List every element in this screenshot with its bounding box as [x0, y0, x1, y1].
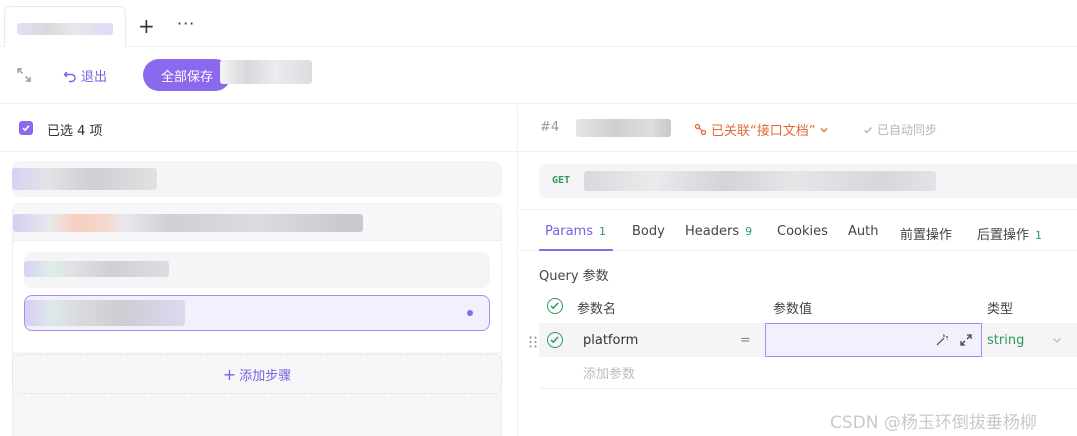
param-type-select[interactable]: string: [987, 333, 1024, 348]
add-step-button[interactable]: + 添加步骤: [12, 354, 502, 394]
step-group-body: [13, 240, 501, 352]
expand-icon[interactable]: [959, 333, 973, 347]
check-all-params-icon[interactable]: [547, 298, 563, 314]
save-all-button[interactable]: 全部保存: [143, 59, 231, 91]
tab-headers[interactable]: Headers 9: [685, 224, 752, 239]
sub-step-item[interactable]: [24, 252, 490, 288]
param-name[interactable]: platform: [583, 333, 638, 348]
param-enabled-toggle[interactable]: [547, 332, 563, 348]
selected-count: 已选 4 项: [47, 124, 103, 139]
step-index: #4: [540, 120, 560, 135]
col-name-header: 参数名: [577, 302, 617, 317]
tab-label: Cookies: [777, 224, 828, 239]
linked-doc-label: 已关联“接口文档”: [711, 124, 816, 139]
step-title-redacted: [12, 168, 157, 190]
url-redacted: [584, 171, 936, 191]
tab-count: 9: [745, 225, 753, 238]
param-row: platform = string: [539, 323, 1077, 357]
sub-step-title-redacted: [25, 300, 185, 326]
tab-pre-request[interactable]: 前置操作: [900, 224, 952, 243]
divider: [539, 388, 1077, 389]
check-icon: [864, 126, 872, 133]
linked-doc-dropdown[interactable]: 已关联“接口文档”: [694, 120, 829, 139]
add-tab-button[interactable]: +: [138, 16, 155, 36]
group-title-redacted: [13, 214, 363, 232]
query-params-title: Query 参数: [539, 269, 609, 284]
more-tabs-button[interactable]: ···: [177, 14, 195, 33]
magic-wand-icon[interactable]: [935, 333, 949, 347]
chevron-down-icon[interactable]: [1051, 334, 1063, 346]
selection-header: 已选 4 项: [0, 105, 518, 152]
tab-label: 前置操作: [900, 228, 953, 243]
link-icon: [694, 123, 707, 136]
tab-body[interactable]: Body: [632, 224, 665, 239]
request-tabs: Params 1 Body Headers 9 Cookies Auth 前置操…: [519, 209, 1077, 251]
param-value-input[interactable]: [765, 323, 982, 357]
plus-icon: +: [222, 364, 237, 384]
step-group[interactable]: [12, 203, 502, 436]
col-value-header: 参数值: [773, 302, 813, 317]
tab-label: Auth: [848, 224, 879, 239]
tab-label: Body: [632, 224, 665, 239]
col-type-header: 类型: [987, 302, 1014, 317]
tab-label: Headers: [685, 224, 740, 239]
check-icon: [22, 125, 30, 132]
exit-button[interactable]: 退出: [63, 66, 107, 85]
scenario-name-redacted: [220, 60, 312, 84]
save-all-label: 全部保存: [161, 69, 214, 85]
auto-sync-label: 已自动同步: [877, 123, 938, 137]
toolbar: 退出 全部保存: [0, 48, 1077, 104]
sub-step-title-redacted: [24, 261, 169, 277]
tab-bar: + ···: [0, 0, 1077, 47]
tab-count: 1: [598, 225, 606, 238]
undo-icon: [63, 71, 76, 82]
tab-cookies[interactable]: Cookies: [777, 224, 828, 239]
sub-step-item-selected[interactable]: [24, 295, 490, 331]
tab-title-redacted: [17, 23, 113, 35]
tab-auth[interactable]: Auth: [848, 224, 878, 239]
request-name-redacted: [576, 119, 671, 137]
add-step-label: 添加步骤: [239, 368, 292, 384]
add-param-input[interactable]: 添加参数: [583, 363, 635, 382]
step-item[interactable]: [12, 161, 502, 197]
url-bar[interactable]: GET: [539, 164, 1077, 198]
http-method[interactable]: GET: [552, 175, 570, 186]
request-panel: #4 已关联“接口文档” 已自动同步 GET Params 1 Body Hea…: [519, 105, 1077, 436]
tab-params[interactable]: Params 1: [545, 224, 606, 239]
unsaved-dot: [467, 310, 473, 316]
drag-handle-icon[interactable]: [528, 335, 538, 349]
params-header: 参数名 参数值 类型: [539, 293, 1077, 319]
steps-panel: 已选 4 项 + 添加步骤: [0, 105, 518, 436]
tab-label: 后置操作: [977, 228, 1030, 243]
tab-post-request[interactable]: 后置操作 1: [977, 224, 1042, 243]
expand-icon[interactable]: [16, 67, 32, 83]
tab-label: Params: [545, 224, 593, 239]
select-all-checkbox[interactable]: [19, 121, 33, 135]
watermark: CSDN @杨玉环倒拔垂杨柳: [830, 413, 1037, 433]
document-tab[interactable]: [4, 6, 126, 47]
exit-label: 退出: [81, 70, 108, 85]
chevron-down-icon: [820, 127, 828, 132]
tab-count: 1: [1035, 229, 1043, 242]
auto-sync-status: 已自动同步: [863, 121, 937, 138]
equals-sign: =: [740, 333, 751, 348]
request-info-row: #4 已关联“接口文档” 已自动同步: [519, 105, 1077, 152]
active-tab-indicator: [539, 249, 613, 251]
